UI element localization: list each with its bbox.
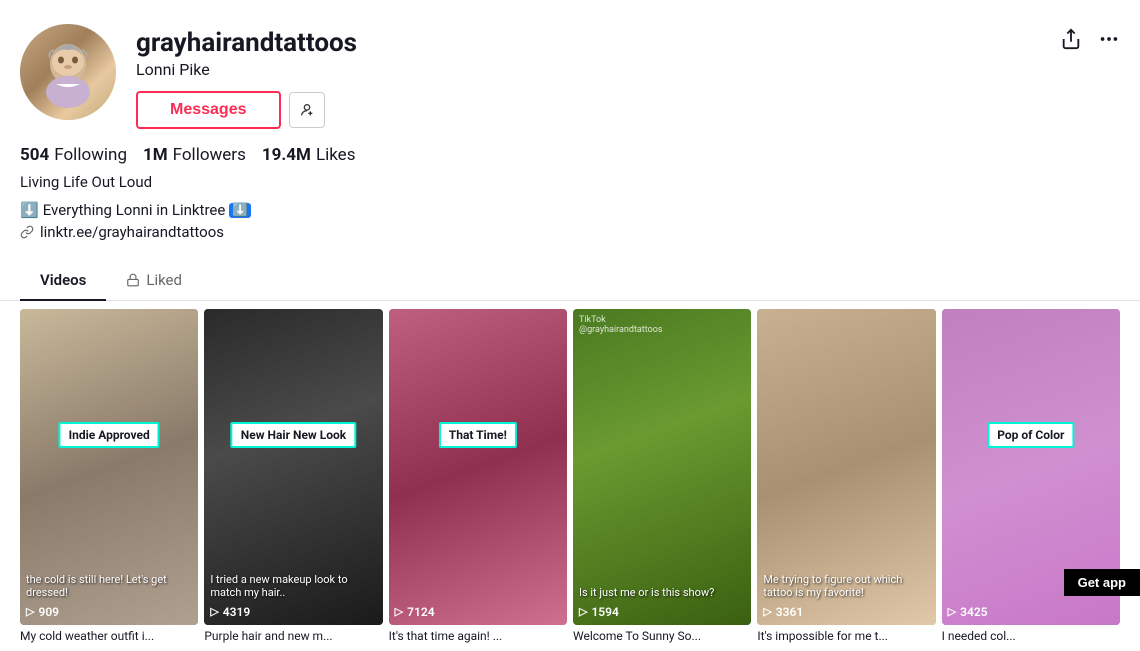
likes-label: Likes bbox=[316, 145, 356, 165]
tab-videos[interactable]: Videos bbox=[20, 261, 106, 301]
videos-grid: Indie Approved the cold is still here! L… bbox=[0, 301, 1140, 651]
video-card-2[interactable]: New Hair New Look I tried a new makeup l… bbox=[204, 309, 382, 643]
get-app-button[interactable]: Get app bbox=[1064, 569, 1140, 596]
video-caption: I needed col... bbox=[942, 629, 1120, 643]
video-tag: Pop of Color bbox=[987, 422, 1074, 448]
video-thumbnail: Me trying to figure out which tattoo is … bbox=[757, 309, 935, 625]
video-overlay-text: the cold is still here! Let's get dresse… bbox=[20, 573, 198, 599]
play-count-value: 4319 bbox=[223, 605, 250, 619]
video-overlay-text: Is it just me or is this show? bbox=[573, 586, 751, 599]
video-card-5[interactable]: Me trying to figure out which tattoo is … bbox=[757, 309, 935, 643]
video-play-count: ▷ 1594 bbox=[579, 605, 619, 619]
tab-liked-label: Liked bbox=[146, 271, 182, 289]
play-count-value: 1594 bbox=[591, 605, 618, 619]
video-play-count: ▷ 3425 bbox=[948, 605, 988, 619]
followers-count: 1M bbox=[143, 145, 168, 165]
play-icon: ▷ bbox=[210, 605, 218, 618]
video-thumbnail: That Time! ▷ 7124 bbox=[389, 309, 567, 625]
likes-stat[interactable]: 19.4M Likes bbox=[262, 145, 356, 165]
video-caption: Purple hair and new m... bbox=[204, 629, 382, 643]
link-section: ⬇️ Everything Lonni in Linktree ⬇️ linkt… bbox=[20, 201, 1120, 241]
following-stat[interactable]: 504 Following bbox=[20, 145, 127, 165]
video-caption: It's impossible for me t... bbox=[757, 629, 935, 643]
video-caption: My cold weather outfit i... bbox=[20, 629, 198, 643]
play-icon: ▷ bbox=[948, 605, 956, 618]
tiktok-watermark: TikTok@grayhairandtattoos bbox=[579, 315, 663, 335]
following-label: Following bbox=[54, 145, 127, 165]
link-url[interactable]: linktr.ee/grayhairandtattoos bbox=[40, 223, 224, 241]
display-name: Lonni Pike bbox=[136, 60, 1060, 79]
play-count-value: 7124 bbox=[407, 605, 434, 619]
link-url-line[interactable]: linktr.ee/grayhairandtattoos bbox=[20, 223, 1120, 241]
followers-stat[interactable]: 1M Followers bbox=[143, 145, 246, 165]
video-overlay-text: I tried a new makeup look to match my ha… bbox=[204, 573, 382, 599]
bio: Living Life Out Loud bbox=[20, 173, 1120, 191]
video-caption: It's that time again! ... bbox=[389, 629, 567, 643]
share-button[interactable] bbox=[1060, 28, 1082, 56]
play-count-value: 3425 bbox=[960, 605, 987, 619]
play-count-value: 3361 bbox=[776, 605, 803, 619]
video-tag: New Hair New Look bbox=[231, 422, 356, 448]
following-count: 504 bbox=[20, 145, 49, 165]
video-thumbnail: New Hair New Look I tried a new makeup l… bbox=[204, 309, 382, 625]
video-tag: That Time! bbox=[439, 422, 517, 448]
lock-icon bbox=[126, 273, 140, 287]
followers-label: Followers bbox=[173, 145, 246, 165]
play-count-value: 909 bbox=[38, 605, 59, 619]
play-icon: ▷ bbox=[26, 605, 34, 618]
video-thumbnail: Is it just me or is this show? TikTok@gr… bbox=[573, 309, 751, 625]
tab-liked[interactable]: Liked bbox=[106, 261, 202, 301]
username: grayhairandtattoos bbox=[136, 28, 1060, 58]
profile-info: grayhairandtattoos Lonni Pike Messages bbox=[136, 24, 1060, 129]
link-badge: ⬇️ bbox=[229, 203, 251, 218]
video-play-count: ▷ 909 bbox=[26, 605, 59, 619]
video-overlay-text: Me trying to figure out which tattoo is … bbox=[757, 573, 935, 599]
video-caption: Welcome To Sunny So... bbox=[573, 629, 751, 643]
header-icons bbox=[1060, 24, 1120, 56]
tab-videos-label: Videos bbox=[40, 271, 86, 289]
video-play-count: ▷ 7124 bbox=[395, 605, 435, 619]
messages-button[interactable]: Messages bbox=[136, 91, 281, 129]
play-icon: ▷ bbox=[763, 605, 771, 618]
video-card-1[interactable]: Indie Approved the cold is still here! L… bbox=[20, 309, 198, 643]
avatar bbox=[20, 24, 116, 120]
stats-row: 504 Following 1M Followers 19.4M Likes bbox=[20, 145, 1120, 165]
tabs-row: Videos Liked bbox=[0, 261, 1140, 301]
video-play-count: ▷ 4319 bbox=[210, 605, 250, 619]
play-icon: ▷ bbox=[395, 605, 403, 618]
linktree-text: Everything Lonni in Linktree bbox=[43, 201, 226, 219]
video-play-count: ▷ 3361 bbox=[763, 605, 803, 619]
likes-count: 19.4M bbox=[262, 145, 311, 165]
link-icon bbox=[20, 225, 34, 239]
video-tag: Indie Approved bbox=[59, 422, 160, 448]
video-card-3[interactable]: That Time! ▷ 7124 It's that time again! … bbox=[389, 309, 567, 643]
follow-button[interactable] bbox=[289, 92, 325, 128]
video-card-4[interactable]: Is it just me or is this show? TikTok@gr… bbox=[573, 309, 751, 643]
linktree-line: ⬇️ Everything Lonni in Linktree ⬇️ bbox=[20, 201, 1120, 219]
play-icon: ▷ bbox=[579, 605, 587, 618]
more-options-button[interactable] bbox=[1098, 28, 1120, 56]
video-thumbnail: Indie Approved the cold is still here! L… bbox=[20, 309, 198, 625]
